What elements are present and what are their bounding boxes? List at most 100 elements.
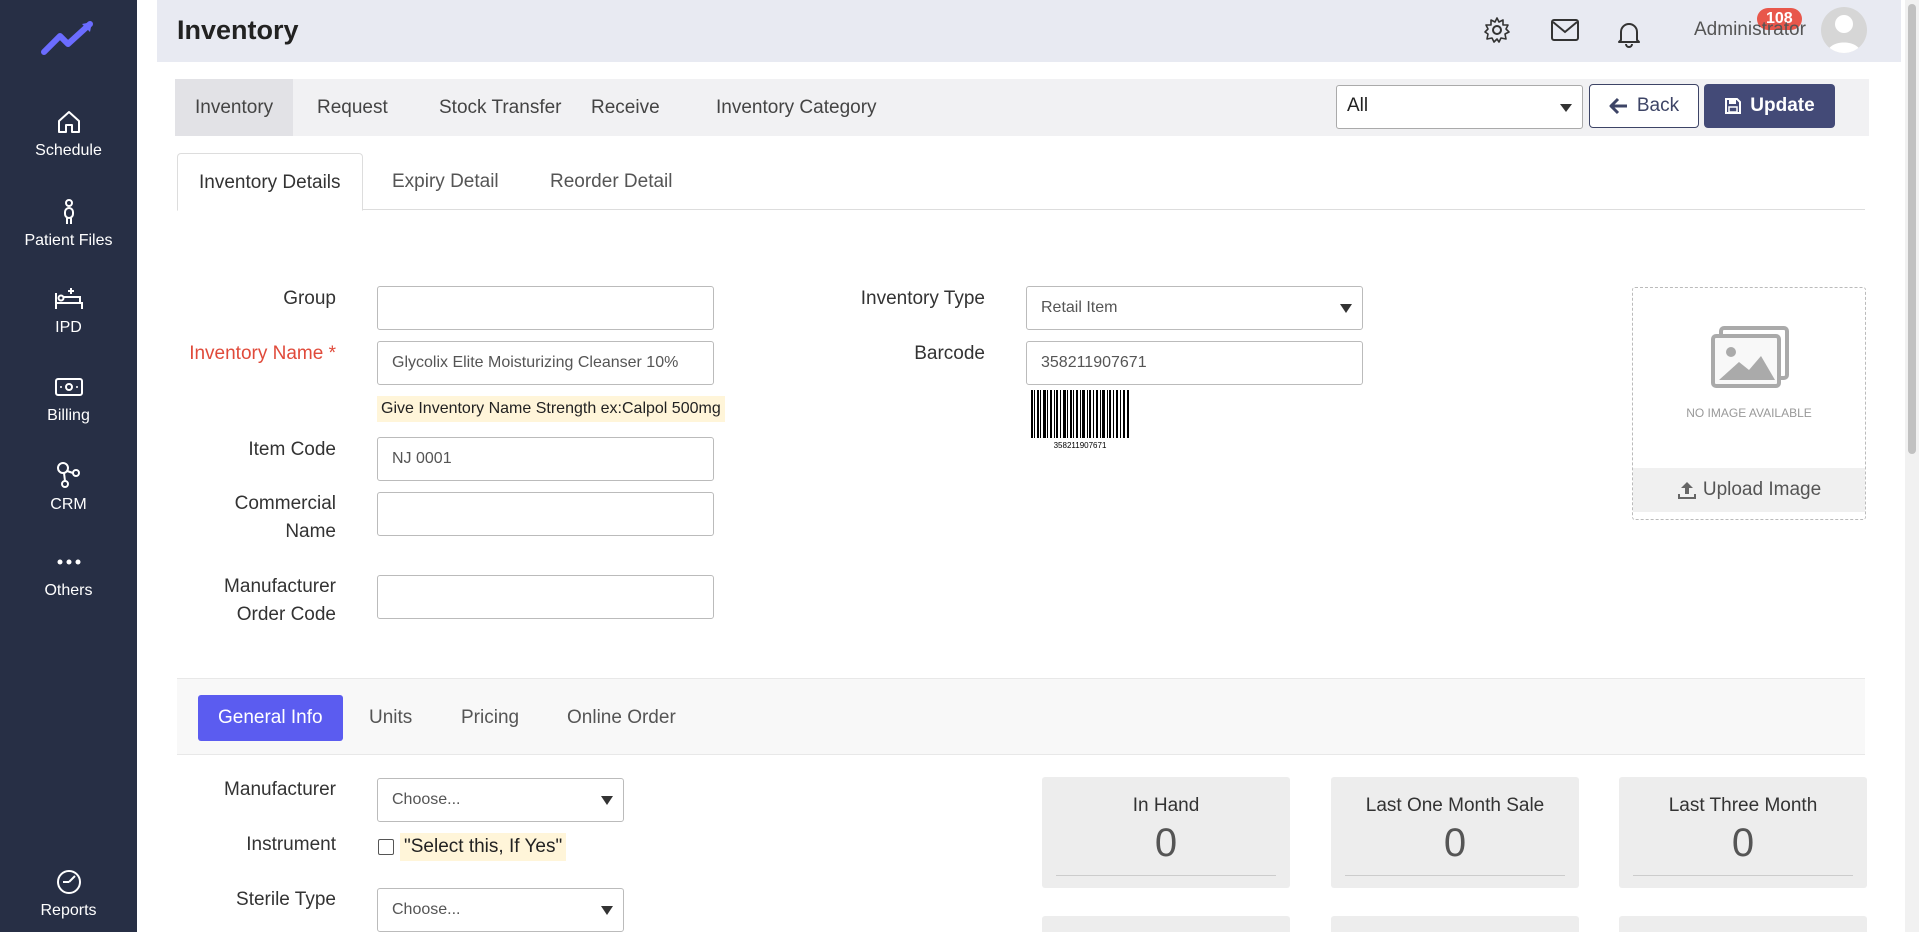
instrument-label: Instrument: [246, 834, 336, 855]
stat-title: Last Three Month: [1668, 795, 1818, 816]
tab-inventory[interactable]: Inventory: [175, 79, 294, 136]
sterile-type-label: Sterile Type: [236, 889, 336, 910]
stat-divider: [1056, 875, 1276, 876]
group-input[interactable]: [377, 286, 714, 330]
barcode-input[interactable]: 358211907671: [1026, 341, 1363, 385]
money-icon: [54, 378, 83, 396]
stat-title: In Hand: [1132, 795, 1200, 816]
sidebar-item-schedule[interactable]: Schedule: [0, 108, 137, 160]
sidebar-item-billing[interactable]: Billing: [0, 373, 137, 425]
instrument-checkbox[interactable]: [378, 839, 394, 855]
tab-inventory-details[interactable]: Inventory Details: [177, 153, 363, 211]
tab-expiry-detail[interactable]: Expiry Detail: [371, 153, 520, 210]
inventory-name-input[interactable]: Glycolix Elite Moisturizing Cleanser 10%: [377, 341, 714, 385]
scrollbar-thumb[interactable]: [1908, 4, 1916, 454]
manufacturer-label: Manufacturer: [224, 779, 336, 800]
manufacturer-order-code-input[interactable]: [377, 575, 714, 619]
stat-card-last-one-month-sale: Last One Month Sale 0: [1331, 777, 1579, 888]
sterile-type-select[interactable]: Choose...: [377, 888, 624, 932]
manufacturer-order-code-label-line2: Order Code: [236, 604, 336, 625]
sidebar-item-ipd[interactable]: IPD: [0, 285, 137, 337]
update-button[interactable]: Update: [1704, 84, 1835, 128]
stat-value: 0: [1443, 821, 1467, 865]
sidebar-item-label: Patient Files: [24, 232, 113, 249]
page-title: Inventory: [177, 15, 299, 45]
inventory-type-select[interactable]: Retail Item: [1026, 286, 1363, 330]
group-label: Group: [283, 288, 336, 309]
sidebar-item-patient-files[interactable]: Patient Files: [0, 198, 137, 250]
gear-icon[interactable]: [1483, 16, 1511, 44]
inventory-name-label: Inventory Name *: [189, 343, 336, 364]
upload-icon: [1677, 482, 1696, 499]
chevron-down-icon: [1560, 104, 1572, 112]
sidebar-item-label: IPD: [55, 319, 82, 336]
back-button[interactable]: Back: [1589, 84, 1699, 128]
stat-value: 0: [1154, 821, 1178, 865]
tab-pricing[interactable]: Pricing: [441, 695, 539, 741]
barcode-caption: 358211907671: [1054, 441, 1107, 450]
upload-image-label: Upload Image: [1702, 479, 1822, 500]
image-upload-box: NO IMAGE AVAILABLE Upload Image: [1632, 287, 1866, 520]
bed-icon: [54, 288, 83, 309]
module-tabs: Inventory Request Stock Transfer Receive…: [175, 79, 1869, 136]
commercial-name-label-line1: Commercial: [234, 493, 336, 514]
filter-select[interactable]: All: [1336, 85, 1583, 129]
logo-icon[interactable]: [40, 18, 96, 58]
inventory-type-value: Retail Item: [1041, 299, 1118, 316]
tab-units[interactable]: Units: [349, 695, 432, 741]
top-header: Inventory 108 Administrator: [157, 0, 1901, 62]
network-icon: [56, 462, 80, 488]
stat-title: Last One Month Sale: [1365, 795, 1545, 816]
chevron-down-icon: [1340, 304, 1352, 313]
barcode-label: Barcode: [914, 343, 985, 364]
manufacturer-order-code-label: Manufacturer Order Code: [136, 573, 336, 629]
tab-stock-transfer[interactable]: Stock Transfer: [419, 79, 582, 136]
commercial-name-input[interactable]: [377, 492, 714, 536]
back-button-label: Back: [1636, 95, 1680, 116]
avatar[interactable]: [1821, 7, 1867, 53]
stat-card-partial: [1619, 916, 1867, 932]
upload-image-button[interactable]: Upload Image: [1633, 468, 1865, 512]
sidebar-item-label: Billing: [47, 407, 90, 424]
tab-general-info[interactable]: General Info: [198, 695, 343, 741]
detail-tabs: Inventory Details Expiry Detail Reorder …: [177, 153, 1865, 211]
save-icon: [1725, 98, 1742, 114]
manufacturer-select[interactable]: Choose...: [377, 778, 624, 822]
tab-inventory-category[interactable]: Inventory Category: [696, 79, 897, 136]
page-scrollbar[interactable]: [1905, 0, 1919, 932]
commercial-name-label-line2: Name: [285, 521, 336, 542]
sterile-type-select-value: Choose...: [392, 901, 461, 918]
person-icon: [63, 199, 74, 224]
tab-receive[interactable]: Receive: [571, 79, 680, 136]
user-name[interactable]: Administrator: [1694, 19, 1806, 41]
tab-request[interactable]: Request: [297, 79, 408, 136]
sidebar-item-reports[interactable]: Reports: [0, 868, 137, 920]
image-placeholder-icon: [1711, 326, 1789, 388]
tab-online-order[interactable]: Online Order: [547, 695, 696, 741]
mail-icon[interactable]: [1550, 18, 1580, 42]
commercial-name-label: Commercial Name: [136, 490, 336, 546]
item-code-input[interactable]: NJ 0001: [377, 437, 714, 481]
sidebar: Schedule Patient Files IPD Billing CRM O…: [0, 0, 137, 932]
bell-icon[interactable]: [1615, 20, 1643, 48]
barcode-image: 358211907671: [1031, 390, 1129, 450]
chevron-down-icon: [601, 906, 613, 915]
stat-divider: [1633, 875, 1853, 876]
user-avatar-icon: [1827, 15, 1861, 53]
sidebar-item-label: Schedule: [35, 142, 102, 159]
arrow-left-icon: [1609, 97, 1627, 115]
sidebar-item-others[interactable]: Others: [0, 548, 137, 600]
stat-value: 0: [1731, 821, 1755, 865]
no-image-text: NO IMAGE AVAILABLE: [1686, 406, 1812, 420]
filter-select-value: All: [1347, 95, 1369, 116]
tab-reorder-detail[interactable]: Reorder Detail: [529, 153, 694, 210]
sidebar-item-label: Others: [44, 582, 93, 599]
reports-icon: [56, 870, 81, 894]
stat-divider: [1345, 875, 1565, 876]
sidebar-item-crm[interactable]: CRM: [0, 460, 137, 514]
stat-card-partial: [1331, 916, 1579, 932]
sidebar-item-label: CRM: [50, 496, 87, 513]
chevron-down-icon: [601, 796, 613, 805]
stat-card-in-hand: In Hand 0: [1042, 777, 1290, 888]
manufacturer-order-code-label-line1: Manufacturer: [224, 576, 336, 597]
